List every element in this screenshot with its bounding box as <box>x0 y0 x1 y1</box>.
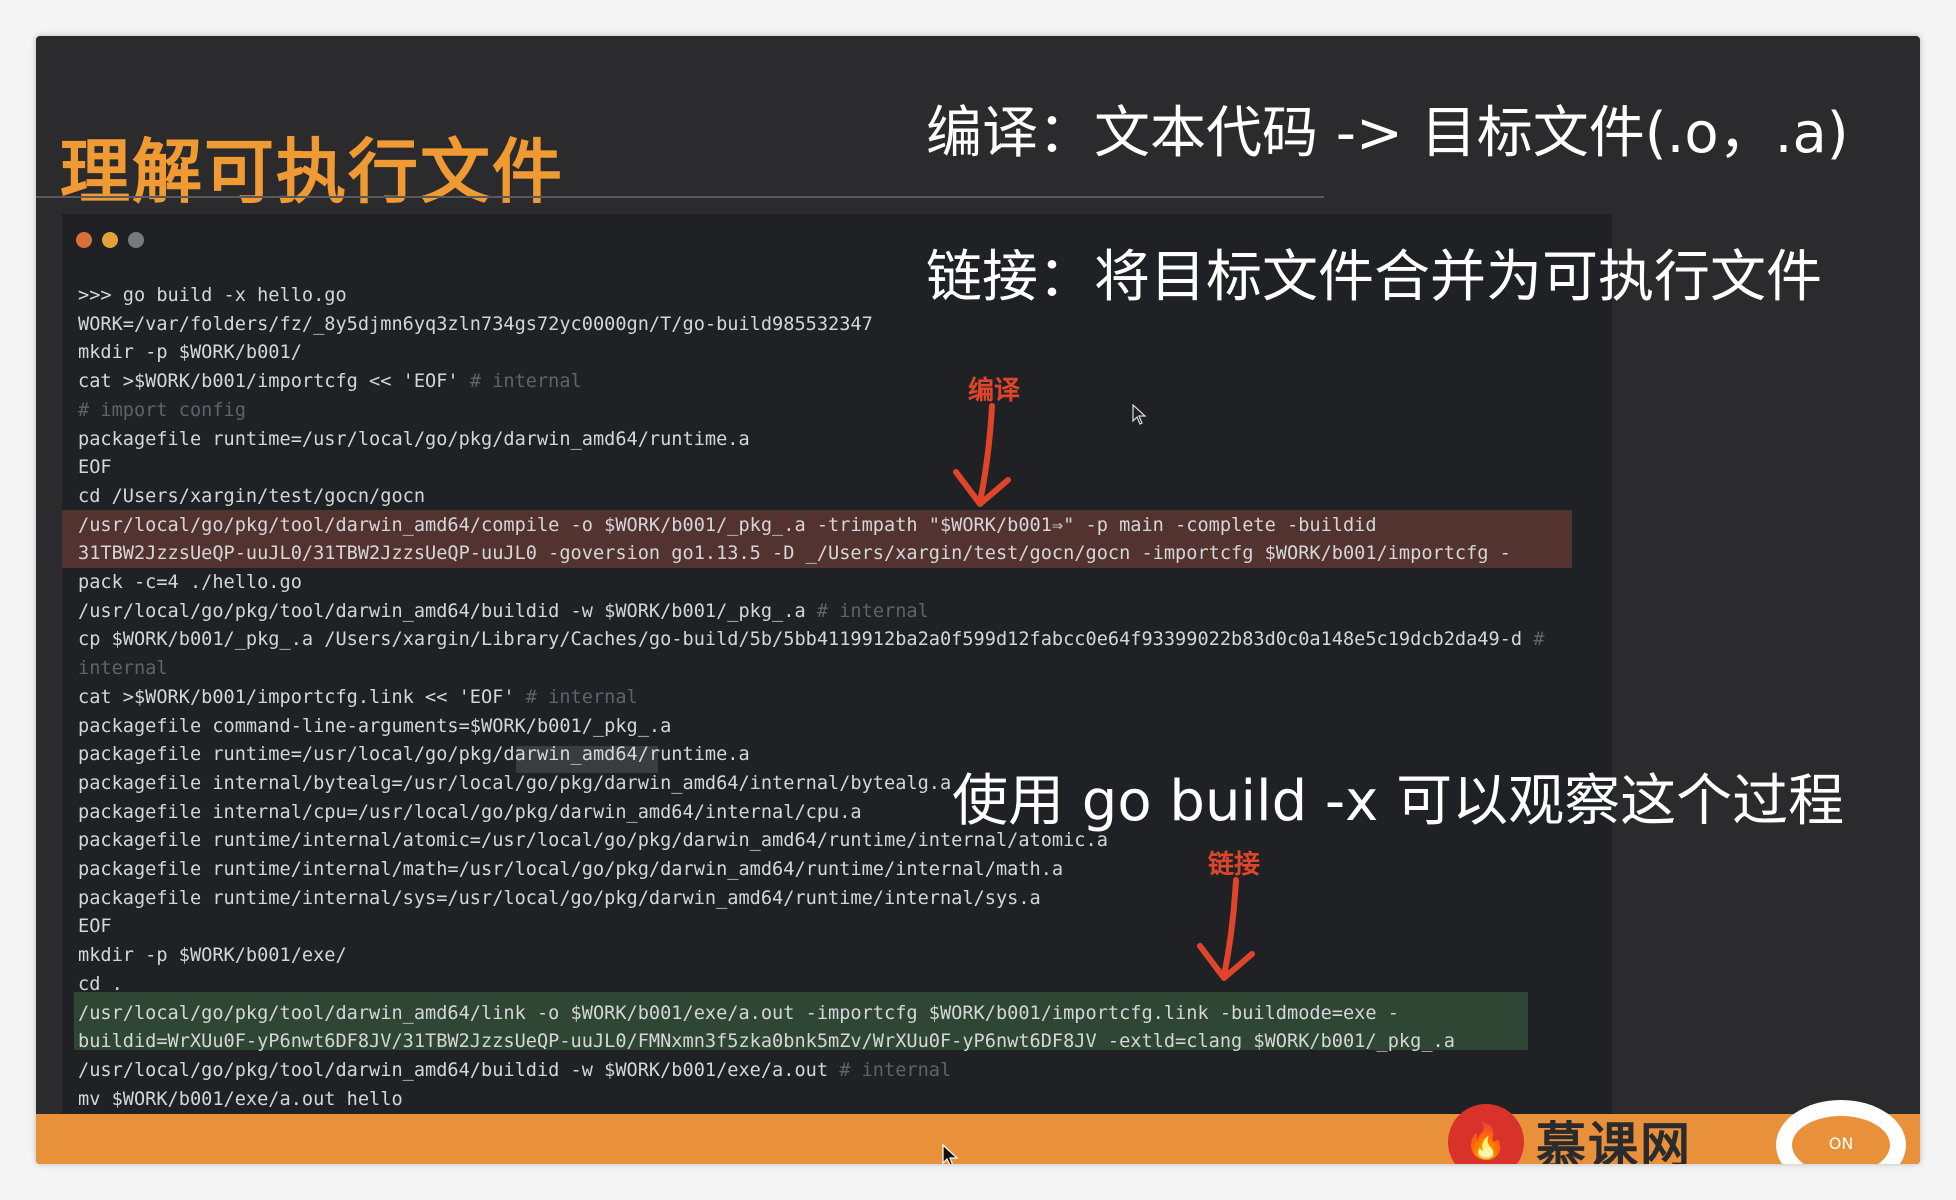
terminal-line-text: packagefile command-line-arguments=$WORK… <box>78 715 672 737</box>
terminal-line: /usr/local/go/pkg/tool/darwin_amd64/comp… <box>78 512 1544 541</box>
slide-title: 理解可执行文件 <box>60 131 564 213</box>
terminal-line-text: cp $WORK/b001/_pkg_.a /Users/xargin/Libr… <box>78 629 1534 651</box>
title-divider <box>36 196 1324 198</box>
terminal-line: /usr/local/go/pkg/tool/darwin_amd64/buil… <box>78 598 1544 627</box>
terminal-line: WORK=/var/folders/fz/_8y5djmn6yq3zln734g… <box>78 311 1544 340</box>
window-controls <box>76 232 144 248</box>
terminal-line: /usr/local/go/pkg/tool/darwin_amd64/link… <box>78 1000 1544 1029</box>
terminal-line-comment: # internal <box>816 600 929 622</box>
compile-description: 编译：文本代码 -> 目标文件(.o，.a) <box>926 101 1849 166</box>
terminal-line-text: >>> go build -x hello.go <box>78 285 347 306</box>
terminal-line: /usr/local/go/pkg/tool/darwin_amd64/buil… <box>78 1057 1544 1086</box>
terminal-line: pack -c=4 ./hello.go <box>78 569 1544 598</box>
compile-arrow-icon <box>953 403 1011 507</box>
badge-label: ON <box>1828 1134 1854 1153</box>
terminal-line-text: cat >$WORK/b001/importcfg << 'EOF' <box>78 371 470 393</box>
terminal-line-comment: # internal <box>525 686 638 708</box>
terminal-line-text: EOF <box>78 916 112 938</box>
terminal-line-text: packagefile internal/bytealg=/usr/local/… <box>78 772 952 794</box>
terminal-line: # import config <box>78 397 1544 426</box>
terminal-line: cd /Users/xargin/test/gocn/gocn <box>78 483 1544 512</box>
close-dot-icon <box>76 232 92 248</box>
terminal-line: EOF <box>78 454 1544 483</box>
terminal-output: >>> go build -x hello.go WORK=/var/folder… <box>78 282 1544 1143</box>
terminal-line: mkdir -p $WORK/b001/ <box>78 339 1544 368</box>
link-arrow-icon <box>1197 877 1255 981</box>
terminal-line-comment: # <box>1533 629 1545 651</box>
terminal-line: EOF <box>78 913 1544 942</box>
zoom-dot-icon <box>128 232 144 248</box>
brand-name: 慕课网 <box>1536 1117 1692 1164</box>
flame-logo-icon: 🔥 <box>1448 1104 1524 1164</box>
terminal-line: cd . <box>78 971 1544 1000</box>
terminal-line: mkdir -p $WORK/b001/exe/ <box>78 942 1544 971</box>
terminal-line-text: mkdir -p $WORK/b001/exe/ <box>78 945 347 967</box>
terminal-line: packagefile runtime=/usr/local/go/pkg/da… <box>78 426 1544 455</box>
terminal-line: internal <box>78 655 1544 684</box>
terminal-line-text: WORK=/var/folders/fz/_8y5djmn6yq3zln734g… <box>78 313 873 335</box>
terminal-line-text: /usr/local/go/pkg/tool/darwin_amd64/buil… <box>78 1059 840 1081</box>
terminal-line-text: packagefile runtime=/usr/local/go/pkg/da… <box>78 744 750 766</box>
minimize-dot-icon <box>102 232 118 248</box>
terminal-line-text: packagefile runtime=/usr/local/go/pkg/da… <box>78 428 750 450</box>
terminal-line: packagefile command-line-arguments=$WORK… <box>78 713 1544 742</box>
terminal-line: cat >$WORK/b001/importcfg.link << 'EOF' … <box>78 684 1544 713</box>
terminal-line: cat >$WORK/b001/importcfg << 'EOF' # int… <box>78 368 1544 397</box>
terminal-line: cp $WORK/b001/_pkg_.a /Users/xargin/Libr… <box>78 626 1544 655</box>
terminal-line-comment: # internal <box>839 1059 952 1081</box>
terminal-line-text: cat >$WORK/b001/importcfg.link << 'EOF' <box>78 686 526 708</box>
terminal-line: packagefile runtime/internal/sys=/usr/lo… <box>78 885 1544 914</box>
terminal-line-text: packagefile runtime/internal/math=/usr/l… <box>78 859 1064 881</box>
brand-logo: 🔥 慕课网 <box>1448 1104 1692 1164</box>
terminal-line-text: packagefile internal/cpu=/usr/local/go/p… <box>78 801 862 823</box>
terminal-line-text: cd /Users/xargin/test/gocn/gocn <box>78 485 426 507</box>
usage-description: 使用 go build -x 可以观察这个过程 <box>952 769 1845 834</box>
terminal-line-comment: internal <box>78 658 168 680</box>
terminal-line-text: pack -c=4 ./hello.go <box>78 572 302 594</box>
terminal-line-text: /usr/local/go/pkg/tool/darwin_amd64/link… <box>78 1002 1399 1024</box>
terminal-line-text: mv $WORK/b001/exe/a.out hello <box>78 1088 403 1110</box>
terminal-line-text: cd . <box>78 973 123 995</box>
mouse-cursor-icon <box>1132 404 1147 425</box>
terminal-line-text: packagefile runtime/internal/sys=/usr/lo… <box>78 887 1041 909</box>
terminal-line-text: /usr/local/go/pkg/tool/darwin_amd64/comp… <box>78 514 1377 536</box>
terminal-line: buildid=WrXUu0F-yP6nwt6DF8JV/31TBW2JzzsU… <box>78 1028 1544 1057</box>
pointer-cursor-icon <box>942 1144 959 1164</box>
terminal-line-text: 31TBW2JzzsUeQP-uuJL0/31TBW2JzzsUeQP-uuJL… <box>78 543 1511 565</box>
terminal-line-text: /usr/local/go/pkg/tool/darwin_amd64/buil… <box>78 600 817 622</box>
terminal-line-text: buildid=WrXUu0F-yP6nwt6DF8JV/31TBW2JzzsU… <box>78 1031 1455 1053</box>
terminal-line-text: EOF <box>78 457 112 479</box>
terminal-line-comment: # internal <box>469 371 582 393</box>
terminal-line-comment: # import config <box>78 399 246 421</box>
footer-badge: ON <box>1776 1100 1906 1164</box>
presentation-slide: 理解可执行文件 >>> go build -x hello.go WORK=/va… <box>36 36 1920 1164</box>
link-description: 链接：将目标文件合并为可执行文件 <box>926 245 1822 310</box>
terminal-window: >>> go build -x hello.go WORK=/var/folder… <box>62 214 1612 1164</box>
terminal-line: packagefile runtime/internal/math=/usr/l… <box>78 856 1544 885</box>
terminal-line: 31TBW2JzzsUeQP-uuJL0/31TBW2JzzsUeQP-uuJL… <box>78 540 1544 569</box>
terminal-line: mv $WORK/b001/exe/a.out hello <box>78 1086 1544 1115</box>
terminal-line-text: mkdir -p $WORK/b001/ <box>78 342 302 364</box>
